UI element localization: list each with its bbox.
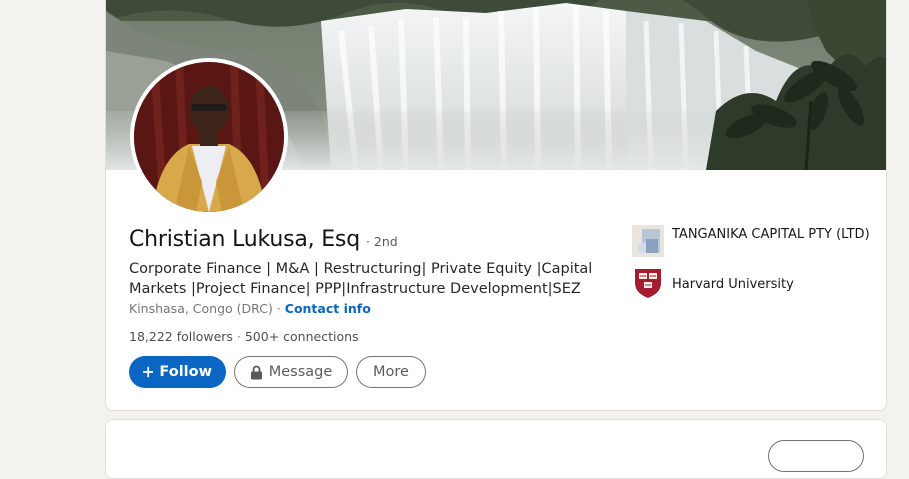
profile-card: Christian Lukusa, Esq · 2nd Corporate Fi… [105, 0, 887, 411]
profile-organizations: TANGANIKA CAPITAL PTY (LTD) Harvard Univ… [632, 225, 872, 309]
profile-headline: Corporate Finance | M&A | Restructuring|… [129, 261, 593, 297]
profile-photo[interactable] [130, 58, 288, 216]
contact-info-link[interactable]: Contact info [285, 301, 371, 316]
next-section-card [105, 419, 887, 479]
profile-location: Kinshasa, Congo (DRC) [129, 301, 273, 316]
follow-button-label: Follow [159, 364, 212, 380]
org-item-harvard[interactable]: Harvard University [632, 267, 872, 299]
profile-actions: Follow Message More [129, 356, 426, 388]
follow-button[interactable]: Follow [129, 356, 226, 388]
message-button[interactable]: Message [234, 356, 348, 388]
org-item-tanganika[interactable]: TANGANIKA CAPITAL PTY (LTD) [632, 225, 872, 257]
section-action-button[interactable] [768, 440, 864, 472]
profile-photo-image [134, 62, 284, 212]
connection-degree: · 2nd [365, 234, 398, 249]
stats-separator: · [232, 329, 245, 344]
more-button-label: More [373, 364, 409, 380]
message-button-label: Message [268, 364, 333, 380]
harvard-shield-icon [635, 269, 661, 298]
org-name-harvard: Harvard University [672, 277, 794, 292]
org-name-tanganika: TANGANIKA CAPITAL PTY (LTD) [672, 227, 870, 242]
profile-name: Christian Lukusa, Esq [129, 227, 360, 252]
lock-icon [250, 365, 262, 379]
more-button[interactable]: More [356, 356, 426, 388]
plus-icon [143, 366, 154, 378]
followers-count[interactable]: 18,222 followers [129, 329, 233, 344]
connections-count[interactable]: 500+ connections [245, 329, 359, 344]
location-separator: · [272, 301, 285, 316]
company-logo-icon [632, 225, 664, 257]
